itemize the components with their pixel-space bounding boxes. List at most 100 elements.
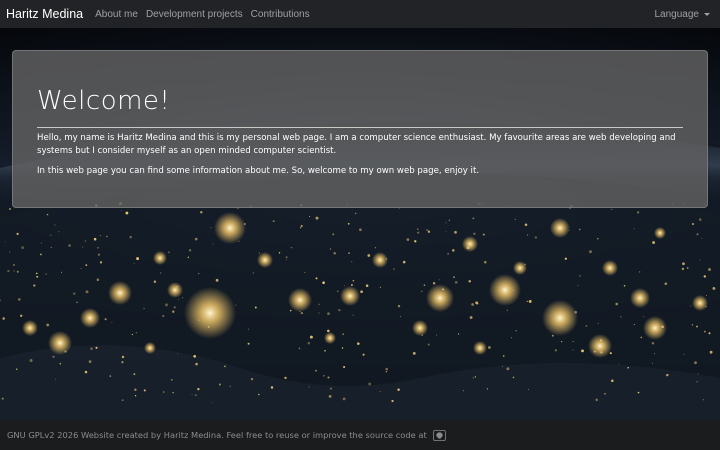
city-light-dot	[272, 220, 275, 223]
city-light-dot	[33, 284, 36, 287]
city-light-dot	[341, 347, 344, 349]
city-light-dot	[633, 323, 635, 326]
city-light-dot	[36, 275, 39, 278]
city-light-glow	[153, 251, 167, 265]
navbar: Haritz Medina About me Development proje…	[0, 0, 720, 28]
city-light-dot	[298, 347, 301, 350]
city-light-dot	[597, 322, 599, 324]
city-light-dot	[397, 304, 401, 308]
city-light-dot	[551, 334, 554, 337]
city-light-dot	[300, 311, 304, 315]
city-light-dot	[50, 234, 52, 236]
city-light-dot	[524, 223, 528, 226]
city-light-dot	[637, 391, 640, 394]
city-light-dot	[427, 343, 430, 346]
city-light-glow	[324, 332, 336, 344]
welcome-title: Welcome!	[37, 86, 171, 116]
city-light-dot	[46, 323, 50, 327]
city-light-dot	[709, 350, 713, 354]
city-light-dot	[604, 392, 606, 395]
github-icon[interactable]	[432, 429, 446, 441]
city-light-dot	[379, 286, 381, 288]
city-light-dot	[285, 259, 287, 261]
city-light-dot	[121, 399, 124, 401]
city-light-glow	[654, 227, 666, 239]
city-light-dot	[90, 347, 93, 351]
city-light-dot	[9, 208, 11, 210]
city-light-dot	[2, 317, 5, 320]
nav-link-contributions[interactable]: Contributions	[251, 9, 310, 20]
city-light-dot	[235, 304, 237, 306]
city-light-dot	[640, 336, 643, 339]
city-light-dot	[194, 237, 198, 241]
city-light-dot	[561, 340, 563, 343]
city-light-dot	[278, 252, 281, 254]
city-light-dot	[391, 399, 394, 403]
city-light-dot	[427, 230, 431, 233]
city-light-dot	[16, 270, 19, 273]
city-light-dot	[579, 275, 581, 277]
city-light-dot	[400, 315, 402, 317]
city-light-dot	[692, 223, 694, 225]
city-light-dot	[360, 290, 363, 294]
city-light-glow	[167, 282, 183, 298]
city-light-dot	[191, 393, 193, 395]
city-light-dot	[162, 315, 165, 318]
city-light-glow	[489, 274, 521, 306]
city-light-dot	[80, 268, 82, 270]
city-light-dot	[379, 391, 381, 393]
city-light-dot	[97, 253, 101, 256]
city-light-dot	[106, 235, 108, 238]
city-light-dot	[333, 252, 336, 255]
city-light-dot	[352, 314, 354, 316]
city-light-dot	[611, 208, 613, 210]
city-light-dot	[457, 333, 460, 335]
city-light-dot	[442, 288, 444, 291]
language-dropdown[interactable]: Language	[655, 9, 710, 20]
city-light-glow	[588, 334, 612, 358]
city-light-dot	[432, 282, 436, 285]
city-light-dot	[45, 273, 47, 275]
city-light-dot	[328, 395, 332, 398]
city-light-dot	[193, 354, 197, 358]
city-light-dot	[315, 277, 318, 280]
city-light-dot	[448, 219, 451, 222]
city-light-dot	[564, 257, 567, 260]
city-light-dot	[99, 235, 101, 237]
nav-link-about-me[interactable]: About me	[95, 9, 138, 20]
city-light-dot	[52, 355, 55, 358]
city-light-dot	[666, 373, 669, 377]
city-light-dot	[486, 388, 488, 390]
city-light-dot	[68, 244, 71, 247]
nav-link-development-projects[interactable]: Development projects	[146, 9, 243, 20]
city-light-dot	[712, 286, 716, 290]
city-light-dot	[452, 249, 455, 252]
city-light-dot	[323, 374, 325, 377]
city-light-dot	[579, 228, 581, 231]
city-light-dot	[172, 310, 175, 313]
city-light-dot	[466, 246, 470, 250]
city-light-dot	[13, 270, 15, 272]
city-light-dot	[85, 264, 88, 266]
city-light-dot	[462, 390, 464, 392]
city-light-dot	[88, 360, 92, 363]
city-light-dot	[501, 365, 503, 367]
city-light-dot	[284, 376, 287, 380]
city-light-dot	[654, 353, 656, 355]
city-light-dot	[352, 279, 355, 282]
city-light-dot	[482, 233, 485, 236]
city-light-dot	[160, 272, 162, 274]
city-light-dot	[61, 271, 63, 273]
city-light-dot	[176, 285, 178, 288]
city-light-dot	[705, 305, 707, 308]
city-light-dot	[207, 325, 210, 328]
city-light-dot	[329, 387, 333, 390]
city-light-dot	[615, 302, 618, 306]
city-light-dot	[534, 236, 538, 239]
city-light-dot	[165, 303, 168, 307]
city-light-dot	[447, 253, 449, 255]
city-light-dot	[599, 339, 602, 342]
city-light-glow	[473, 341, 487, 355]
city-light-dot	[683, 353, 685, 355]
brand-link[interactable]: Haritz Medina	[6, 7, 83, 21]
